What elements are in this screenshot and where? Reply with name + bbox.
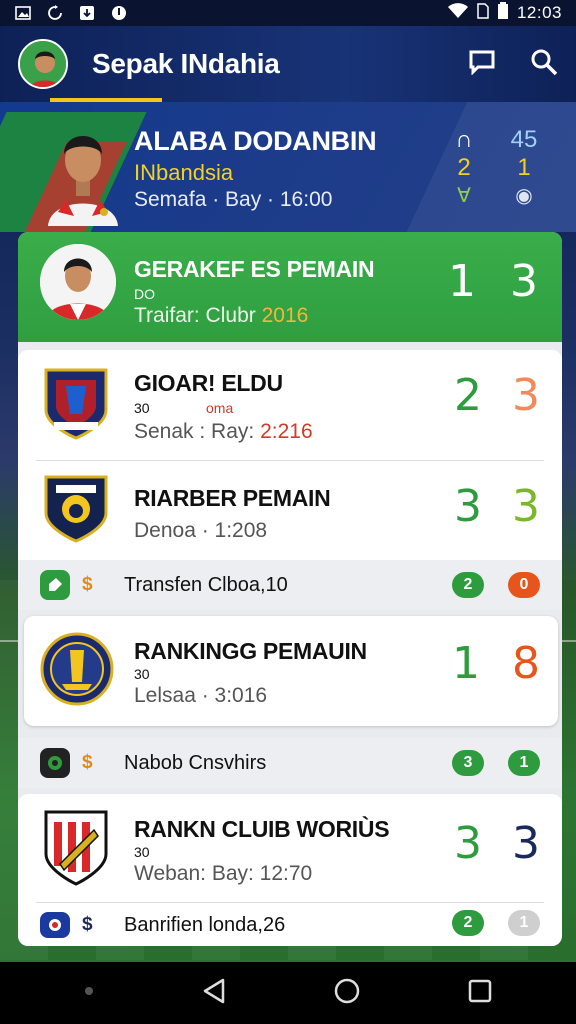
row-label: Banrifien londa,26: [124, 913, 286, 936]
score-b: 8: [512, 638, 540, 689]
row-small: 30: [134, 666, 150, 682]
dollar-icon: $: [82, 752, 93, 773]
hero-stat: 45: [510, 126, 538, 153]
badge-b: 0: [508, 572, 540, 598]
badge-b: 1: [508, 910, 540, 936]
score-b: 3: [512, 370, 540, 421]
score-b: 3: [512, 481, 540, 532]
ranking-card: RANKN CLUIB WORIÙS 30 Weban: Bay: 12:70 …: [18, 794, 562, 946]
score-a: 1: [452, 638, 480, 689]
row-meta-red: 2:216: [260, 420, 313, 443]
app-title: Sepak INdahia: [92, 48, 280, 79]
score-a: 3: [454, 818, 482, 869]
dollar-icon: $: [82, 914, 93, 935]
stats-row[interactable]: $ Nabob Cnsvhirs 3 1: [18, 738, 562, 788]
tag-icon: [40, 570, 70, 600]
shield-icon: [40, 912, 70, 938]
list-item-club-4[interactable]: RANKN CLUIB WORIÙS 30 Weban: Bay: 12:70 …: [18, 794, 562, 900]
recents-icon[interactable]: [467, 978, 493, 1009]
hero-stat: ∀: [457, 185, 471, 207]
featured-title: GERAKEF ES PEMAIN: [134, 256, 375, 282]
banner-row[interactable]: $ Banrifien londa,26 2 1: [18, 904, 562, 946]
score-a: 3: [454, 481, 482, 532]
badge-a: 3: [452, 750, 484, 776]
score-a: 2: [454, 370, 482, 421]
row-small: 30: [134, 400, 150, 416]
user-avatar[interactable]: [18, 39, 68, 89]
sim-icon: [477, 2, 489, 24]
list-item-club-3[interactable]: RANKINGG PEMAUIN 30 Lelsaa · 3:016 1 8: [24, 616, 558, 726]
camera-icon: [40, 748, 70, 778]
search-icon[interactable]: [530, 48, 558, 81]
row-meta: Senak : Ray: 2:216: [134, 420, 313, 444]
featured-meta-prefix: Traifar: Clubr: [134, 304, 256, 327]
featured-card[interactable]: GERAKEF ES PEMAIN DO Traifar: Clubr 2016…: [18, 232, 562, 342]
badge-a: 2: [452, 910, 484, 936]
club-crest-icon: [42, 473, 110, 550]
system-nav-bar: [0, 962, 576, 1024]
hero-stat: 2: [457, 154, 471, 181]
status-bar: 12:03: [0, 0, 576, 26]
featured-score-b: 3: [510, 256, 538, 307]
chat-icon[interactable]: [468, 49, 496, 80]
gallery-icon: [14, 4, 32, 22]
location-icon: [110, 4, 128, 22]
list-item-club-1[interactable]: GIOAR! ELDU 30 oma Senak : Ray: 2:216 2 …: [18, 350, 562, 460]
hero-subtitle: INbandsia: [134, 160, 234, 185]
back-icon[interactable]: [201, 977, 227, 1010]
row-meta: Denoa · 1:208: [134, 519, 268, 542]
row-meta-prefix: Senak : Ray:: [134, 420, 255, 443]
list-item-club-2[interactable]: RIARBER PEMAIN Denoa · 1:208 3 3: [18, 461, 562, 559]
hero-banner[interactable]: ALABA DODANBIN INbandsia Semafa · Bay · …: [0, 102, 576, 232]
score-b: 3: [512, 818, 540, 869]
club-crest-icon: [42, 808, 110, 893]
app-bar: Sepak INdahia: [0, 26, 576, 102]
hero-stat-col-1: ∩ 2 ∀: [444, 126, 484, 210]
match-card: GIOAR! ELDU 30 oma Senak : Ray: 2:216 2 …: [18, 350, 562, 560]
featured-meta-year: 2016: [261, 304, 309, 327]
hero-stat: 1: [517, 154, 531, 181]
sync-icon: [46, 4, 64, 22]
row-title: RANKN CLUIB WORIÙS: [134, 816, 390, 842]
home-icon[interactable]: [333, 977, 361, 1010]
dollar-icon: $: [82, 574, 93, 595]
content-panel: GERAKEF ES PEMAIN DO Traifar: Clubr 2016…: [18, 232, 562, 946]
featured-small: DO: [134, 286, 155, 302]
row-meta: Lelsaa · 3:016: [134, 684, 268, 707]
badge-b: 1: [508, 750, 540, 776]
club-crest-icon: [42, 366, 110, 447]
hero-stat: ◉: [515, 185, 533, 207]
row-title: GIOAR! ELDU: [134, 370, 283, 396]
row-small: 30: [134, 844, 150, 860]
featured-score-a: 1: [448, 256, 476, 307]
hero-player-image: [44, 116, 122, 226]
featured-meta: Traifar: Clubr 2016: [134, 304, 308, 328]
row-title: RIARBER PEMAIN: [134, 485, 331, 511]
featured-player-avatar: [40, 244, 116, 320]
download-icon: [78, 4, 96, 22]
battery-icon: [497, 1, 509, 25]
hero-stat: ∩: [455, 126, 473, 153]
hero-meta: Semafa · Bay · 16:00: [134, 188, 333, 211]
clock: 12:03: [516, 3, 562, 22]
club-crest-icon: [40, 632, 114, 711]
hero-stat-col-2: 45 1 ◉: [504, 126, 544, 210]
row-title: RANKINGG PEMAUIN: [134, 638, 367, 664]
badge-a: 2: [452, 572, 484, 598]
row-small-red: oma: [206, 400, 234, 416]
row-meta: Weban: Bay: 12:70: [134, 862, 313, 885]
divider: [36, 902, 544, 903]
dot-icon: [83, 984, 95, 1002]
transfer-row[interactable]: $ Transfen Clboa,10 2 0: [18, 560, 562, 610]
hero-title: ALABA DODANBIN: [134, 126, 377, 156]
wifi-icon: [447, 2, 469, 24]
row-label: Nabob Cnsvhirs: [124, 751, 267, 774]
row-label: Transfen Clboa,10: [124, 573, 288, 596]
